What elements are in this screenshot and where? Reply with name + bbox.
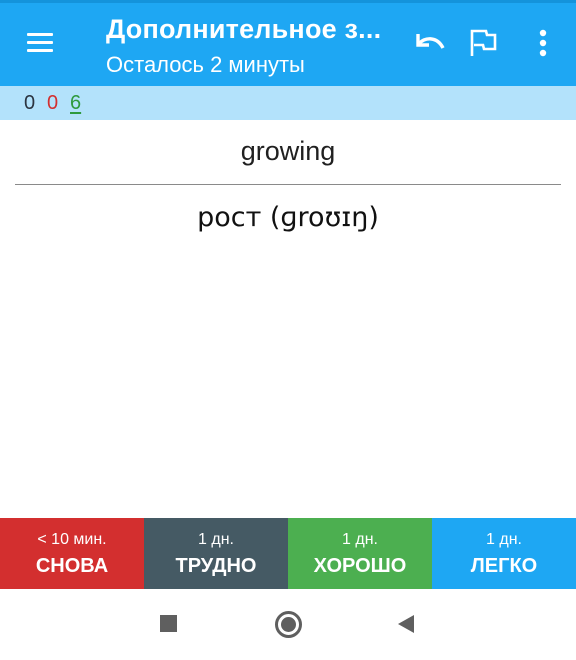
page-title: Дополнительное з... xyxy=(106,14,382,44)
app-bar: Дополнительное з... Осталось 2 минуты xyxy=(0,0,576,86)
good-label: ХОРОШО xyxy=(313,555,407,577)
good-interval: 1 дн. xyxy=(342,531,378,548)
card-question: growing xyxy=(240,136,336,166)
hamburger-menu-icon[interactable] xyxy=(24,29,58,55)
hard-label: ТРУДНО xyxy=(175,555,257,577)
easy-interval: 1 дн. xyxy=(486,531,522,548)
question-answer-divider xyxy=(15,184,561,185)
card-answer: рост (ɡroʊɪŋ) xyxy=(197,202,379,233)
again-label: СНОВА xyxy=(35,555,109,577)
easy-label: ЛЕГКО xyxy=(470,555,538,577)
learning-count: 0 xyxy=(47,92,59,114)
again-interval: < 10 мин. xyxy=(37,531,107,548)
answer-buttons-bar: < 10 мин. СНОВА 1 дн. ТРУДНО 1 дн. ХОРОШ… xyxy=(0,518,576,589)
card-counts-bar: 0 0 6 xyxy=(0,86,576,120)
good-button[interactable]: 1 дн. ХОРОШО xyxy=(288,518,432,589)
again-button[interactable]: < 10 мин. СНОВА xyxy=(0,518,144,589)
back-triangle-icon[interactable] xyxy=(396,614,416,634)
recents-square-icon[interactable] xyxy=(160,615,177,632)
easy-button[interactable]: 1 дн. ЛЕГКО xyxy=(432,518,576,589)
review-count: 6 xyxy=(70,92,82,114)
time-remaining-subtitle: Осталось 2 минуты xyxy=(106,52,305,77)
more-vertical-icon[interactable] xyxy=(530,28,556,60)
flag-icon[interactable] xyxy=(466,26,500,60)
status-bar-edge xyxy=(0,0,576,3)
system-nav-bar xyxy=(0,589,576,660)
hard-interval: 1 дн. xyxy=(198,531,234,548)
undo-icon[interactable] xyxy=(410,28,448,60)
home-circle-icon[interactable] xyxy=(275,611,302,638)
new-count: 0 xyxy=(24,92,36,114)
hard-button[interactable]: 1 дн. ТРУДНО xyxy=(144,518,288,589)
